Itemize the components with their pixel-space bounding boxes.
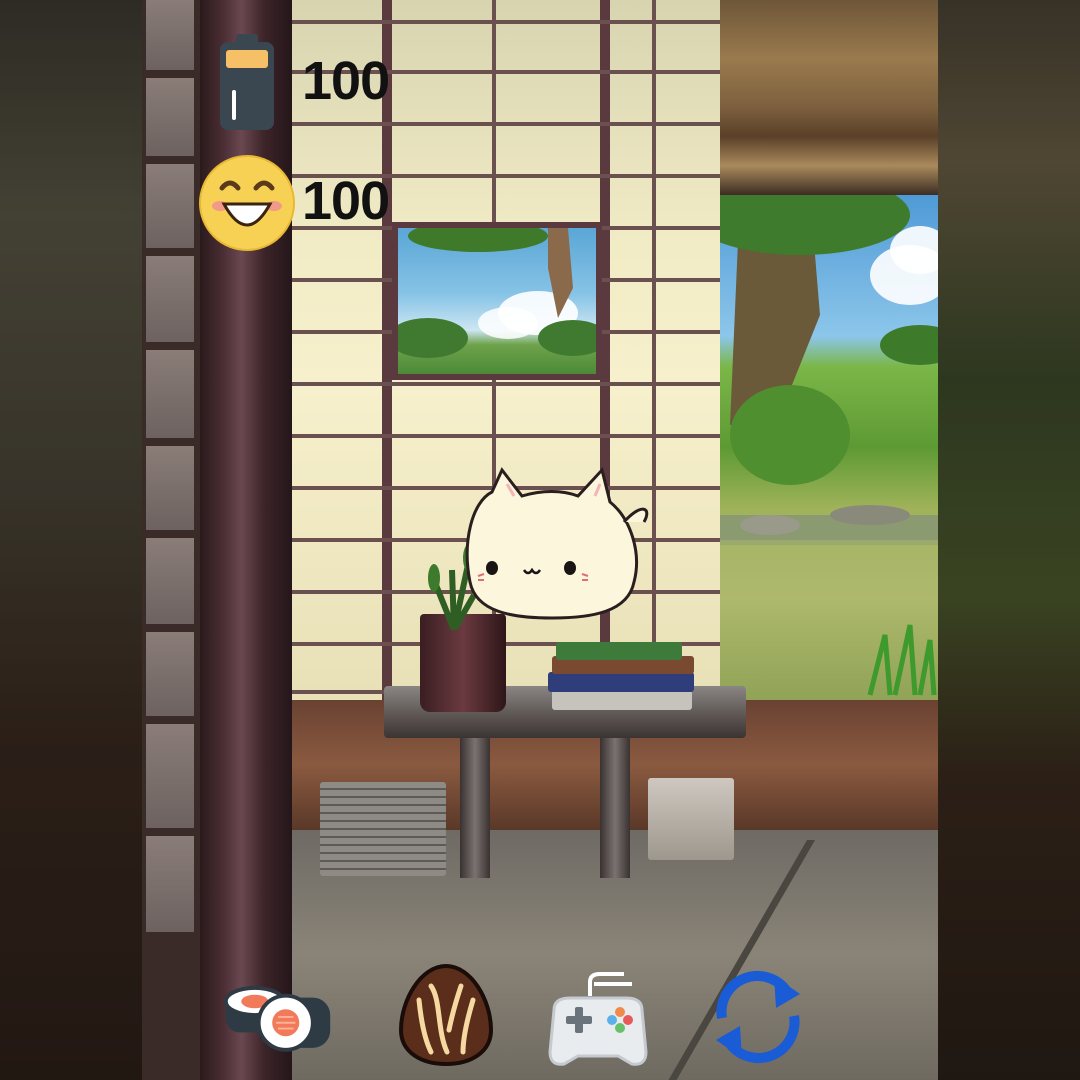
sliding-door-left xyxy=(142,0,200,1080)
book xyxy=(556,642,682,660)
stacked-papers xyxy=(320,782,446,876)
energy-value: 100 xyxy=(302,51,390,111)
blurred-backdrop-left xyxy=(0,0,142,1080)
game-controller-icon xyxy=(548,972,648,1066)
desk-leg xyxy=(460,738,490,878)
chocolate-truffle-icon xyxy=(398,963,494,1067)
play-game-button[interactable] xyxy=(540,960,656,1070)
refresh-arrows-icon xyxy=(716,970,800,1064)
cardboard-box xyxy=(648,778,734,860)
smiley-face-icon xyxy=(199,155,295,251)
book xyxy=(548,672,694,692)
battery-icon xyxy=(220,34,274,130)
blurred-backdrop-right xyxy=(938,0,1080,1080)
garden-view xyxy=(720,195,938,700)
feed-chocolate-button[interactable] xyxy=(388,960,504,1070)
refresh-button[interactable] xyxy=(700,960,816,1070)
veranda-roof xyxy=(720,0,938,195)
happiness-value: 100 xyxy=(302,171,390,231)
feed-sushi-button[interactable] xyxy=(220,960,336,1070)
shoji-window-view xyxy=(392,222,602,380)
desk-leg xyxy=(600,738,630,878)
pet-cat[interactable] xyxy=(452,462,652,622)
game-screen: 100 100 xyxy=(142,0,938,1080)
sushi-roll-icon xyxy=(223,986,331,1052)
book xyxy=(552,690,692,710)
